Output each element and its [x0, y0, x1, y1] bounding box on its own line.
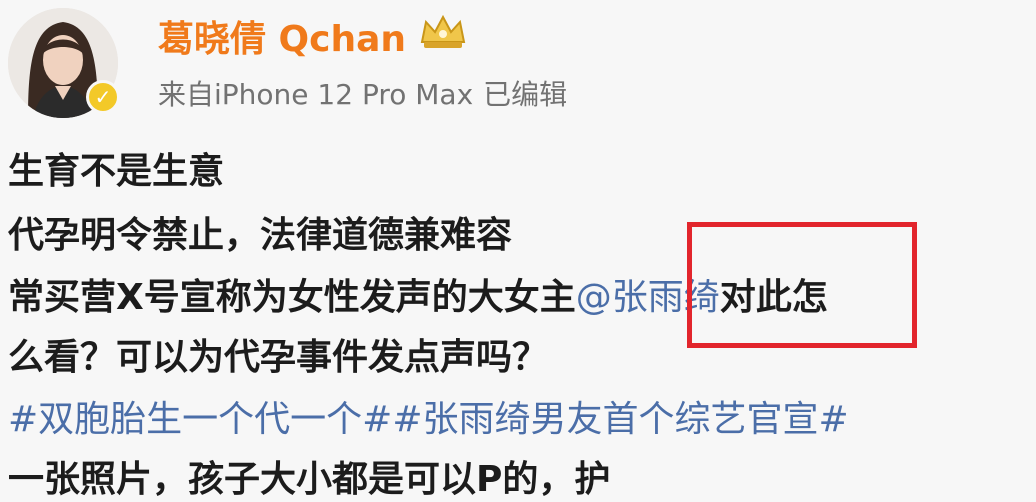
hashtag-link[interactable]: #双胞胎生一个代一个#: [8, 399, 392, 440]
verified-badge-icon: ✓: [86, 80, 120, 114]
highlight-annotation-box: [687, 222, 917, 348]
post-text-line-5: #双胞胎生一个代一个##张雨绮男友首个综艺官宣#: [8, 398, 849, 442]
username[interactable]: 葛晓倩 Qchan: [158, 10, 406, 62]
post-text-line-6: 一张照片，孩子大小都是可以P的，护: [8, 459, 611, 500]
post-meta: 来自iPhone 12 Pro Max 已编辑: [158, 73, 567, 113]
post-text-fragment: 常买营X号宣称为女性发声的大女主: [8, 277, 576, 318]
hashtag-link[interactable]: #张雨绮男友首个综艺官宣#: [392, 399, 848, 440]
text-fade-overlay: [730, 445, 1036, 502]
post-source: 来自iPhone 12 Pro Max: [158, 78, 474, 111]
crown-badge-icon[interactable]: [418, 12, 468, 52]
post-text-line-1: 生育不是生意: [8, 151, 225, 192]
post-text-line-2: 代孕明令禁止，法律道德兼难容: [8, 215, 513, 256]
post-text-line-4: 么看？可以为代孕事件发点声吗？: [8, 337, 549, 378]
edited-label[interactable]: 已编辑: [483, 78, 567, 111]
